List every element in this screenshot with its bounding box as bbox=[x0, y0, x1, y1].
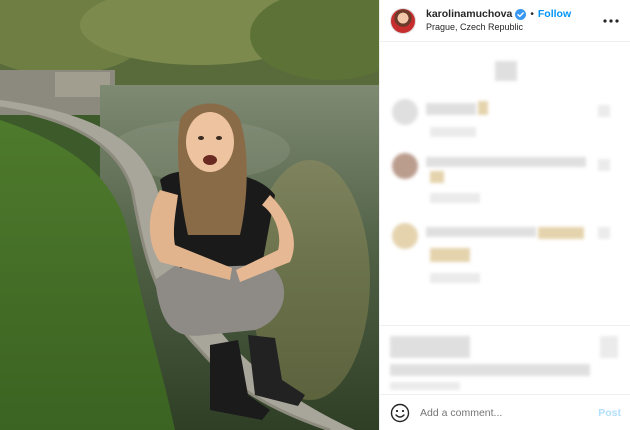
comment-composer: Post bbox=[380, 394, 630, 430]
blurred-text bbox=[426, 227, 536, 237]
blurred-avatar bbox=[392, 153, 418, 179]
blurred-text bbox=[478, 101, 488, 115]
blurred-bookmark bbox=[600, 336, 618, 358]
blurred-text bbox=[538, 227, 584, 239]
verified-badge-icon bbox=[515, 8, 527, 20]
avatar[interactable] bbox=[390, 7, 416, 34]
comments-list-blurred bbox=[380, 43, 630, 323]
location-link[interactable]: Prague, Czech Republic bbox=[426, 22, 602, 32]
emoji-smiley-icon[interactable] bbox=[390, 403, 410, 423]
photo-illustration bbox=[0, 0, 379, 430]
more-options-icon[interactable] bbox=[602, 12, 620, 30]
post-side-panel: karolinamuchova • Follow Prague, Czech R… bbox=[379, 0, 630, 430]
post-comment-button[interactable]: Post bbox=[598, 407, 621, 419]
blurred-text bbox=[430, 248, 470, 262]
post-photo[interactable] bbox=[0, 0, 379, 430]
author-line: karolinamuchova • Follow bbox=[426, 8, 602, 20]
blurred-like bbox=[598, 105, 610, 117]
follow-button[interactable]: Follow bbox=[538, 8, 571, 20]
blurred-text bbox=[430, 127, 476, 137]
blurred-text bbox=[430, 273, 480, 283]
blurred-text bbox=[430, 171, 444, 183]
author-info: karolinamuchova • Follow Prague, Czech R… bbox=[426, 8, 602, 32]
blurred-text bbox=[426, 157, 586, 167]
post-header: karolinamuchova • Follow Prague, Czech R… bbox=[380, 0, 630, 42]
username-link[interactable]: karolinamuchova bbox=[426, 8, 512, 20]
blurred-date bbox=[390, 382, 460, 390]
blurred-actions bbox=[390, 336, 470, 358]
blurred-text bbox=[426, 103, 476, 115]
blurred-block bbox=[495, 61, 517, 81]
blurred-avatar bbox=[392, 223, 418, 249]
blurred-avatar bbox=[392, 99, 418, 125]
blurred-likes bbox=[390, 364, 590, 376]
instagram-post: karolinamuchova • Follow Prague, Czech R… bbox=[0, 0, 630, 430]
blurred-text bbox=[430, 193, 480, 203]
separator-dot: • bbox=[530, 8, 534, 20]
blurred-like bbox=[598, 159, 610, 171]
blurred-like bbox=[598, 227, 610, 239]
comment-input[interactable] bbox=[420, 406, 599, 419]
actions-likes-blurred bbox=[380, 325, 630, 395]
